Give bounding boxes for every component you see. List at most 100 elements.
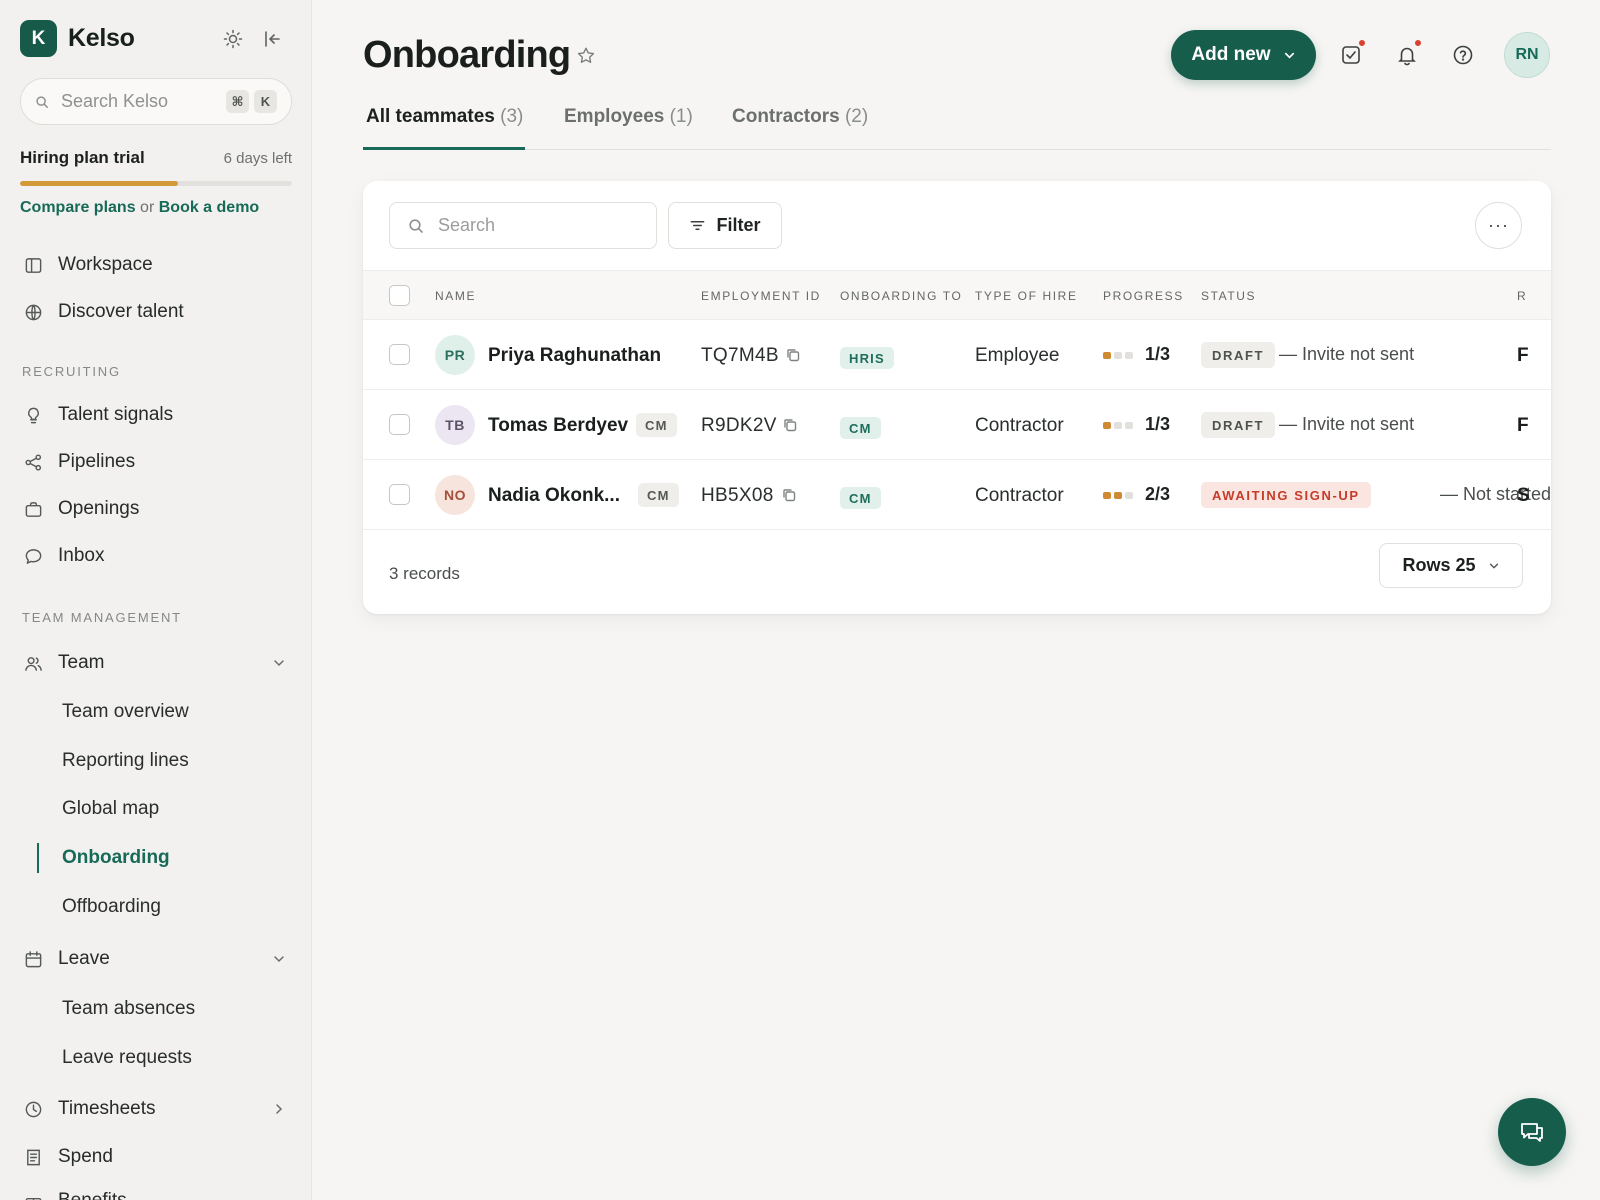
nav-discover-talent[interactable]: Discover talent <box>22 297 292 327</box>
tab-all-teammates[interactable]: All teammates (3) <box>366 106 523 128</box>
onboarding-table-card: Search Filter ··· NAME EMPLOYMENT ID ONB… <box>363 181 1551 614</box>
table-row[interactable]: TB Tomas Berdyev CM R9DK2V CM Contractor… <box>363 390 1551 460</box>
trial-days-left: 6 days left <box>223 150 292 167</box>
nav-global-map[interactable]: Global map <box>62 794 159 824</box>
nav-timesheets[interactable]: Timesheets <box>22 1094 292 1124</box>
section-recruiting: RECRUITING <box>22 364 121 379</box>
rows-per-page-select[interactable]: Rows 25 <box>1379 543 1523 588</box>
tab-employees-label: Employees <box>564 106 665 127</box>
chevron-down-icon[interactable] <box>272 952 286 966</box>
select-all-checkbox[interactable] <box>389 285 410 306</box>
nav-team-overview[interactable]: Team overview <box>62 697 189 727</box>
nav-talent-signals-label: Talent signals <box>58 404 174 425</box>
star-icon[interactable] <box>575 45 597 67</box>
onboarding-to-badge: CM <box>840 487 881 509</box>
nav-benefits[interactable]: Benefits <box>22 1186 292 1200</box>
nav-benefits-label: Benefits <box>58 1190 127 1200</box>
user-avatar[interactable]: RN <box>1504 32 1550 78</box>
nav-onboarding[interactable]: Onboarding <box>62 843 170 873</box>
active-tab-indicator <box>363 147 525 150</box>
collapse-sidebar-icon[interactable] <box>262 28 284 50</box>
globe-icon <box>22 301 44 323</box>
search-icon <box>36 95 48 108</box>
status-note: — Invite not sent <box>1279 344 1415 364</box>
col-name[interactable]: NAME <box>435 289 476 303</box>
nav-workspace[interactable]: Workspace <box>22 250 292 280</box>
col-type-of-hire[interactable]: TYPE OF HIRE <box>975 289 1078 303</box>
shortcut-key: K <box>254 90 277 113</box>
nav-reporting-lines[interactable]: Reporting lines <box>62 746 189 776</box>
type-of-hire: Contractor <box>975 485 1064 506</box>
progress-step <box>1125 422 1133 429</box>
calendar-icon <box>22 948 44 970</box>
rows-per-page-label: Rows 25 <box>1402 555 1476 575</box>
chat-support-button[interactable] <box>1498 1098 1566 1166</box>
nav-leave-requests[interactable]: Leave requests <box>62 1043 192 1073</box>
tab-employees-count: (1) <box>669 106 693 127</box>
table-row[interactable]: PR Priya Raghunathan TQ7M4B HRIS Employe… <box>363 320 1551 390</box>
sidebar-search[interactable]: Search Kelso ⌘ K <box>20 78 292 125</box>
copy-icon[interactable] <box>785 347 801 363</box>
chat-icon <box>1521 1123 1543 1142</box>
tabs: All teammates (3) Employees (1) Contract… <box>363 100 1551 150</box>
col-onboarding-to[interactable]: ONBOARDING TO <box>840 289 962 303</box>
gift-icon <box>22 1190 44 1200</box>
tab-contractors[interactable]: Contractors (2) <box>732 106 868 128</box>
nav-inbox-label: Inbox <box>58 545 105 566</box>
row-checkbox[interactable] <box>389 484 410 505</box>
teammate-name[interactable]: Nadia Okonk... <box>488 485 620 507</box>
nav-inbox[interactable]: Inbox <box>22 541 292 571</box>
users-icon <box>22 652 44 674</box>
row-checkbox[interactable] <box>389 414 410 435</box>
page-title: Onboarding <box>363 34 571 76</box>
chevron-down-icon[interactable] <box>272 656 286 670</box>
chevron-right-icon[interactable] <box>272 1102 286 1116</box>
col-clipped[interactable]: R <box>1517 289 1526 303</box>
bell-icon[interactable] <box>1394 39 1422 68</box>
add-new-button[interactable]: Add new <box>1171 30 1316 80</box>
sun-icon[interactable] <box>222 28 244 50</box>
col-progress[interactable]: PROGRESS <box>1103 289 1184 303</box>
nav-openings[interactable]: Openings <box>22 494 292 524</box>
table-search-input[interactable]: Search <box>389 202 657 249</box>
teammate-name[interactable]: Priya Raghunathan <box>488 345 661 367</box>
row-checkbox[interactable] <box>389 344 410 365</box>
tab-employees[interactable]: Employees (1) <box>564 106 693 128</box>
brand[interactable]: K Kelso <box>20 20 135 57</box>
type-of-hire: Contractor <box>975 415 1064 436</box>
nav-leave[interactable]: Leave <box>22 944 292 974</box>
status-badge: DRAFT <box>1201 342 1276 368</box>
nav-discover-talent-label: Discover talent <box>58 301 184 322</box>
tasks-icon[interactable] <box>1338 39 1366 68</box>
active-indicator <box>37 843 39 873</box>
chat-bubble-icon <box>22 545 44 567</box>
nav-timesheets-label: Timesheets <box>58 1098 156 1119</box>
table-row[interactable]: NO Nadia Okonk... CM HB5X08 CM Contracto… <box>363 460 1551 530</box>
status-note: — Not started <box>1440 484 1551 504</box>
nav-pipelines[interactable]: Pipelines <box>22 447 292 477</box>
avatar: NO <box>435 475 475 515</box>
nav-team[interactable]: Team <box>22 648 292 678</box>
cm-tag: CM <box>638 483 679 507</box>
book-demo-link[interactable]: Book a demo <box>159 199 259 216</box>
compare-plans-link[interactable]: Compare plans <box>20 199 136 216</box>
progress-value: 1/3 <box>1145 344 1171 364</box>
progress-step <box>1103 422 1111 429</box>
progress-step <box>1114 422 1122 429</box>
more-options-button[interactable]: ··· <box>1475 202 1522 249</box>
nav-team-absences[interactable]: Team absences <box>62 994 195 1024</box>
progress-step <box>1114 492 1122 499</box>
copy-icon[interactable] <box>781 487 797 503</box>
nav-offboarding[interactable]: Offboarding <box>62 892 161 922</box>
col-employment-id[interactable]: EMPLOYMENT ID <box>701 289 821 303</box>
filter-button[interactable]: Filter <box>668 202 782 249</box>
help-icon[interactable] <box>1450 42 1476 68</box>
shortcut-modifier: ⌘ <box>226 90 249 113</box>
teammate-name[interactable]: Tomas Berdyev <box>488 415 628 437</box>
nav-talent-signals[interactable]: Talent signals <box>22 400 292 430</box>
briefcase-icon <box>22 498 44 520</box>
col-status[interactable]: STATUS <box>1201 289 1256 303</box>
copy-icon[interactable] <box>782 417 798 433</box>
nav-spend[interactable]: Spend <box>22 1142 292 1172</box>
nav-team-label: Team <box>58 652 105 673</box>
